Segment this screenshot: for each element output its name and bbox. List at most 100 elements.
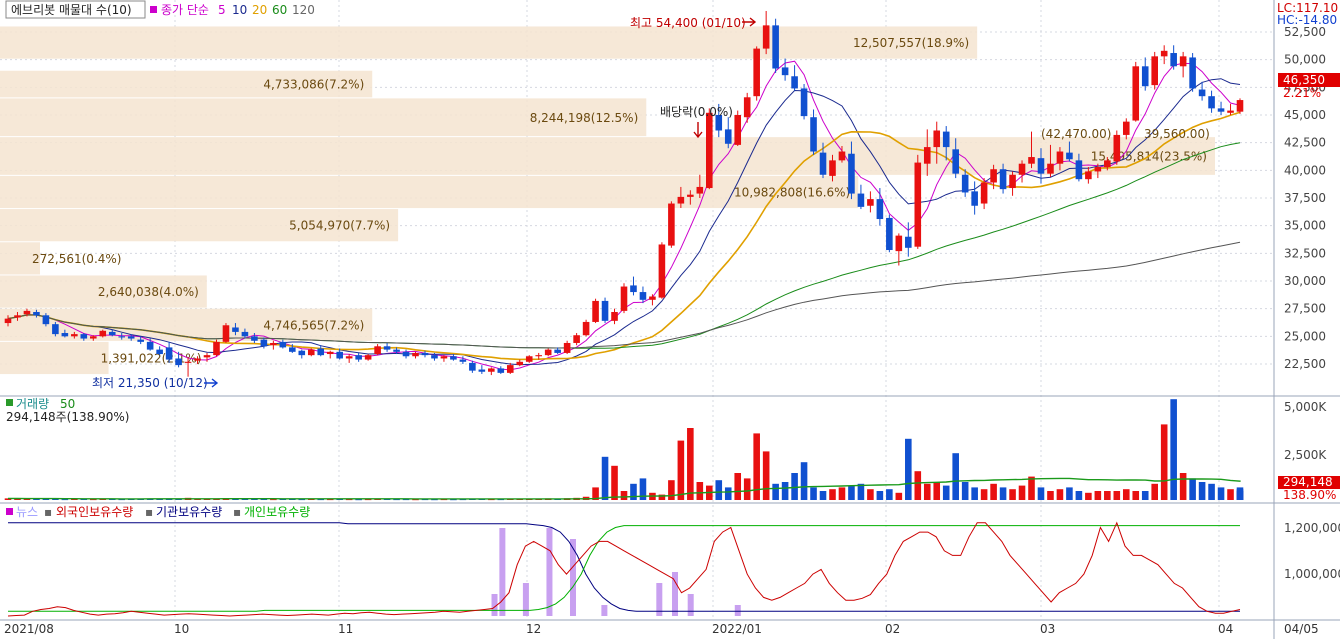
candle[interactable] bbox=[203, 355, 211, 358]
candle[interactable] bbox=[61, 333, 69, 337]
candle[interactable] bbox=[687, 194, 694, 197]
candle[interactable] bbox=[459, 359, 467, 362]
candle[interactable] bbox=[592, 300, 599, 322]
candle[interactable] bbox=[886, 217, 893, 251]
candle[interactable] bbox=[573, 335, 580, 343]
candle[interactable] bbox=[601, 300, 609, 321]
candle[interactable] bbox=[194, 358, 201, 361]
candle[interactable] bbox=[724, 129, 732, 144]
volume-bar[interactable] bbox=[1227, 489, 1234, 500]
news-bar[interactable] bbox=[687, 594, 694, 616]
candle[interactable] bbox=[1018, 163, 1026, 175]
ma-10-label[interactable]: 10 bbox=[232, 3, 247, 17]
volume-bar[interactable] bbox=[1189, 478, 1196, 500]
volume-bar[interactable] bbox=[1056, 489, 1064, 500]
candle[interactable] bbox=[1170, 53, 1177, 67]
candle[interactable] bbox=[307, 349, 315, 356]
candle[interactable] bbox=[1141, 66, 1149, 87]
stock-chart[interactable]: 12,507,557(18.9%) 4,733,086(7.2%) 8,244,19… bbox=[0, 0, 1340, 639]
volume-bar[interactable] bbox=[829, 489, 836, 500]
volume-bar[interactable] bbox=[611, 465, 618, 500]
candle[interactable] bbox=[620, 286, 628, 311]
candle[interactable] bbox=[923, 147, 931, 164]
candle[interactable] bbox=[137, 339, 144, 342]
candle[interactable] bbox=[582, 321, 590, 336]
volume-bar[interactable] bbox=[668, 480, 675, 500]
candle[interactable] bbox=[980, 182, 988, 204]
candle[interactable] bbox=[772, 25, 779, 69]
candle[interactable] bbox=[611, 311, 618, 321]
candle[interactable] bbox=[649, 296, 656, 300]
candle[interactable] bbox=[42, 315, 50, 325]
candle[interactable] bbox=[658, 244, 666, 298]
candle[interactable] bbox=[1122, 121, 1130, 135]
candle[interactable] bbox=[1236, 100, 1244, 112]
candle[interactable] bbox=[1132, 66, 1140, 121]
volume-bar[interactable] bbox=[791, 473, 798, 500]
volume-bar[interactable] bbox=[905, 438, 912, 500]
candle[interactable] bbox=[1189, 57, 1196, 89]
candle[interactable] bbox=[639, 292, 647, 300]
candle[interactable] bbox=[876, 199, 884, 220]
volume-bar[interactable] bbox=[1122, 489, 1130, 500]
candle[interactable] bbox=[829, 160, 836, 176]
volume-bar[interactable] bbox=[923, 483, 931, 500]
volume-bar[interactable] bbox=[687, 428, 694, 500]
candle[interactable] bbox=[71, 334, 78, 337]
volume-bar[interactable] bbox=[990, 483, 997, 500]
candle[interactable] bbox=[118, 336, 126, 338]
candle[interactable] bbox=[1085, 171, 1092, 180]
candle[interactable] bbox=[544, 349, 552, 356]
candle[interactable] bbox=[1104, 160, 1111, 168]
candle[interactable] bbox=[810, 117, 817, 152]
candle[interactable] bbox=[867, 199, 874, 206]
candle[interactable] bbox=[412, 352, 419, 357]
volume-bar[interactable] bbox=[601, 456, 609, 500]
candle[interactable] bbox=[999, 169, 1007, 190]
candle[interactable] bbox=[1113, 134, 1121, 162]
volume-bar[interactable] bbox=[867, 489, 874, 500]
volume-bar[interactable] bbox=[838, 487, 846, 500]
candle[interactable] bbox=[478, 369, 486, 372]
candle[interactable] bbox=[1198, 89, 1206, 97]
candle[interactable] bbox=[184, 361, 192, 363]
volume-bar[interactable] bbox=[743, 478, 751, 500]
candle[interactable] bbox=[516, 361, 524, 366]
candle[interactable] bbox=[488, 368, 495, 372]
volume-bar[interactable] bbox=[715, 480, 723, 500]
candle[interactable] bbox=[1009, 174, 1016, 189]
candle[interactable] bbox=[469, 362, 476, 371]
volume-bar[interactable] bbox=[895, 492, 903, 500]
candle[interactable] bbox=[421, 352, 429, 356]
candle[interactable] bbox=[1094, 167, 1102, 172]
candle[interactable] bbox=[857, 193, 865, 207]
candle[interactable] bbox=[270, 342, 277, 346]
candle[interactable] bbox=[52, 324, 59, 335]
volume-bar[interactable] bbox=[819, 491, 827, 500]
volume-bar[interactable] bbox=[1151, 483, 1158, 500]
volume-bar[interactable] bbox=[1075, 491, 1083, 500]
volume-bar[interactable] bbox=[630, 483, 637, 500]
candle[interactable] bbox=[819, 152, 827, 175]
volume-bar[interactable] bbox=[952, 453, 959, 500]
candle[interactable] bbox=[156, 349, 163, 355]
candle[interactable] bbox=[289, 347, 296, 352]
candle[interactable] bbox=[1160, 50, 1168, 57]
volume-bar[interactable] bbox=[1094, 491, 1102, 500]
candle[interactable] bbox=[165, 347, 173, 360]
candle[interactable] bbox=[781, 67, 789, 76]
candle[interactable] bbox=[298, 350, 306, 356]
volume-bar[interactable] bbox=[980, 489, 988, 500]
volume-bar[interactable] bbox=[1047, 491, 1054, 500]
candle[interactable] bbox=[1151, 56, 1158, 86]
candle[interactable] bbox=[563, 342, 571, 353]
volume-bar[interactable] bbox=[1179, 473, 1187, 500]
news-bar[interactable] bbox=[601, 605, 608, 616]
candle[interactable] bbox=[791, 76, 798, 89]
volume-bar[interactable] bbox=[810, 487, 817, 500]
candle[interactable] bbox=[90, 336, 97, 339]
candle[interactable] bbox=[260, 339, 268, 347]
candle[interactable] bbox=[706, 112, 713, 189]
candle[interactable] bbox=[213, 341, 220, 356]
candle[interactable] bbox=[961, 174, 969, 193]
